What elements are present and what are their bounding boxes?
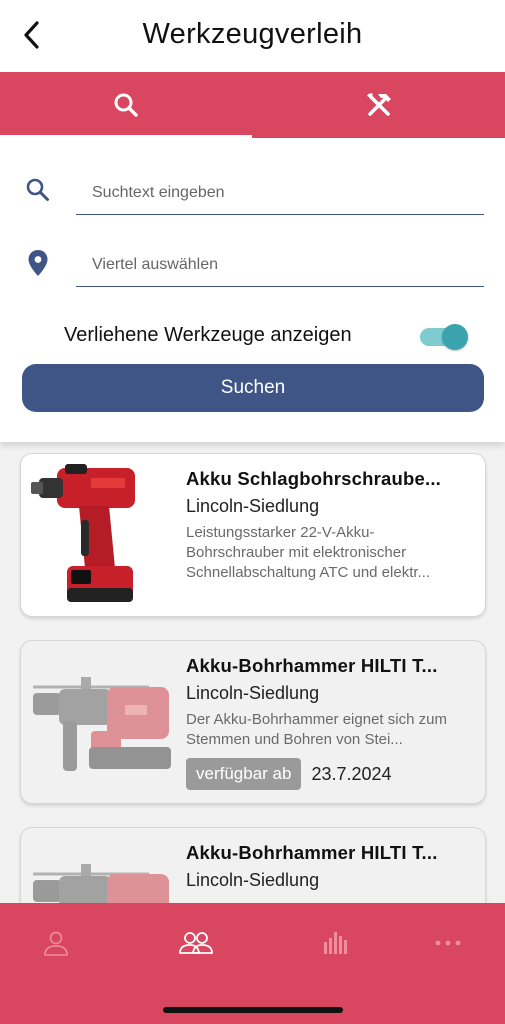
availability-date: 23.7.2024 — [311, 763, 392, 784]
toggle-knob — [442, 324, 468, 350]
search-icon — [114, 93, 138, 117]
tab-search[interactable] — [0, 72, 252, 138]
bar-chart-icon — [324, 932, 347, 954]
card-district: Lincoln-Siedlung — [186, 496, 320, 516]
search-field-icon — [24, 176, 52, 204]
card-district: Lincoln-Siedlung — [186, 870, 320, 890]
card-district: Lincoln-Siedlung — [186, 683, 320, 703]
show-loaned-label: Verliehene Werkzeuge anzeigen — [64, 324, 352, 346]
home-indicator — [163, 1007, 343, 1013]
card-title: Akku-Bohrhammer HILTI T... — [186, 655, 438, 676]
tool-card[interactable]: Akku Schlagbohrschraube... Lincoln-Siedl… — [20, 453, 486, 617]
card-description: Leistungsstarker 22-V-Akku-Bohrschrauber… — [186, 524, 431, 581]
group-icon — [179, 932, 213, 954]
search-icon — [26, 178, 49, 201]
card-text: Akku-Bohrhammer HILTI T... Lincoln-Siedl… — [186, 842, 468, 891]
location-pin-icon — [28, 250, 48, 276]
nav-more[interactable] — [428, 923, 468, 963]
app-header: Werkzeugverleih — [0, 0, 505, 72]
page-title: Werkzeugverleih — [142, 18, 363, 50]
availability-badge: verfügbar ab — [186, 758, 302, 790]
availability-row: verfügbar ab 23.7.2024 — [186, 758, 468, 790]
card-description: Der Akku-Bohrhammer eignet sich zum Stem… — [186, 711, 447, 748]
more-icon — [435, 940, 461, 946]
search-button[interactable]: Suchen — [22, 364, 484, 412]
tab-bar — [0, 72, 505, 138]
bottom-navigation — [0, 903, 505, 1024]
tools-icon — [367, 93, 391, 116]
tool-card[interactable]: Akku-Bohrhammer HILTI T... Lincoln-Siedl… — [20, 640, 486, 804]
card-text: Akku Schlagbohrschraube... Lincoln-Siedl… — [186, 468, 468, 583]
search-text-field[interactable] — [76, 171, 484, 215]
tab-tools[interactable] — [253, 72, 505, 138]
card-text: Akku-Bohrhammer HILTI T... Lincoln-Siedl… — [186, 655, 468, 790]
rotary-hammer-image — [33, 677, 171, 771]
drill-driver-image — [31, 464, 135, 602]
show-loaned-toggle[interactable] — [420, 324, 470, 350]
show-loaned-row: Verliehene Werkzeuge anzeigen — [0, 316, 505, 356]
location-field-icon — [24, 249, 52, 277]
person-icon — [44, 931, 68, 956]
district-input[interactable] — [76, 243, 484, 286]
nav-profile[interactable] — [36, 923, 76, 963]
search-input[interactable] — [76, 171, 484, 214]
search-panel: Verliehene Werkzeuge anzeigen Suchen — [0, 138, 505, 442]
district-field[interactable] — [76, 243, 484, 287]
nav-statistics[interactable] — [316, 923, 356, 963]
card-title: Akku Schlagbohrschraube... — [186, 468, 442, 489]
card-title: Akku-Bohrhammer HILTI T... — [186, 842, 438, 863]
nav-community[interactable] — [176, 923, 216, 963]
